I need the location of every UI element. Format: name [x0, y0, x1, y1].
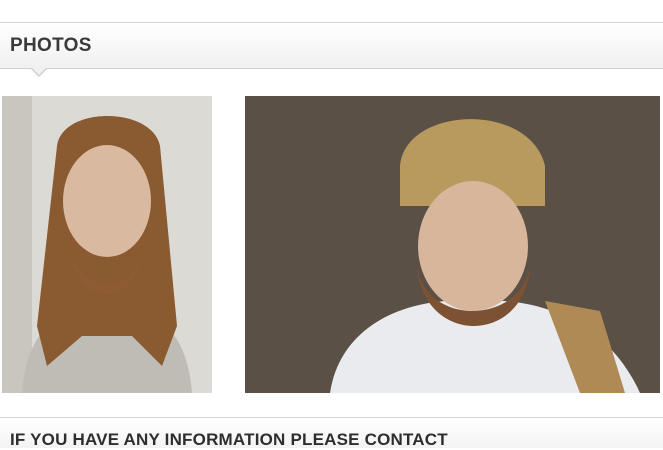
photo-1-placeholder: [2, 96, 212, 393]
photo-2-placeholder: [245, 96, 660, 393]
photos-section-header: PHOTOS: [0, 22, 663, 69]
section-title: PHOTOS: [10, 35, 92, 56]
contact-section-header: IF YOU HAVE ANY INFORMATION PLEASE CONTA…: [0, 417, 663, 449]
contact-title: IF YOU HAVE ANY INFORMATION PLEASE CONTA…: [10, 430, 448, 449]
photo-1: [2, 96, 212, 393]
header-pointer: [30, 67, 48, 77]
photo-2: [245, 96, 660, 393]
